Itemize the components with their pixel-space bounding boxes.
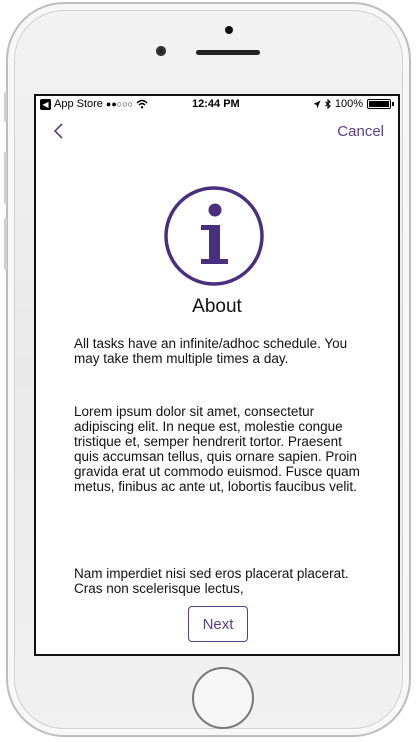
battery-percentage: 100%: [334, 98, 363, 110]
front-camera: [225, 26, 233, 34]
signal-strength-icon: ●●○○○: [105, 99, 134, 109]
wifi-icon: [136, 99, 148, 109]
back-chevron-icon[interactable]: [52, 122, 66, 140]
back-to-app-icon[interactable]: ◀: [40, 98, 51, 110]
status-left: ◀ App Store ●●○○○: [40, 98, 148, 110]
schedule-info-paragraph: All tasks have an infinite/adhoc schedul…: [74, 336, 348, 366]
location-arrow-icon: [313, 100, 321, 108]
mute-switch: [4, 92, 7, 122]
battery-tip: [392, 102, 394, 106]
info-icon: [164, 186, 264, 286]
proximity-sensor: [156, 46, 166, 56]
battery-icon: [367, 99, 391, 109]
status-right: 100%: [313, 98, 394, 110]
status-bar: ◀ App Store ●●○○○ 12:44 PM 100%: [36, 96, 398, 114]
navigation-bar: Cancel: [36, 116, 398, 144]
next-button[interactable]: Next: [188, 606, 248, 642]
status-time: 12:44 PM: [192, 98, 240, 110]
volume-down-button: [4, 218, 7, 270]
description-paragraph-continued: Nam imperdiet nisi sed eros placerat pla…: [74, 566, 349, 596]
carrier-label[interactable]: App Store: [54, 98, 103, 110]
volume-up-button: [4, 152, 7, 204]
screen: ◀ App Store ●●○○○ 12:44 PM 100% Cancel A…: [34, 94, 400, 656]
home-button[interactable]: [192, 667, 254, 729]
description-paragraph: Lorem ipsum dolor sit amet, consectetur …: [74, 404, 360, 494]
bluetooth-icon: [324, 99, 331, 109]
page-title: About: [192, 296, 242, 317]
cancel-button[interactable]: Cancel: [337, 123, 384, 140]
earpiece-speaker: [196, 50, 260, 55]
